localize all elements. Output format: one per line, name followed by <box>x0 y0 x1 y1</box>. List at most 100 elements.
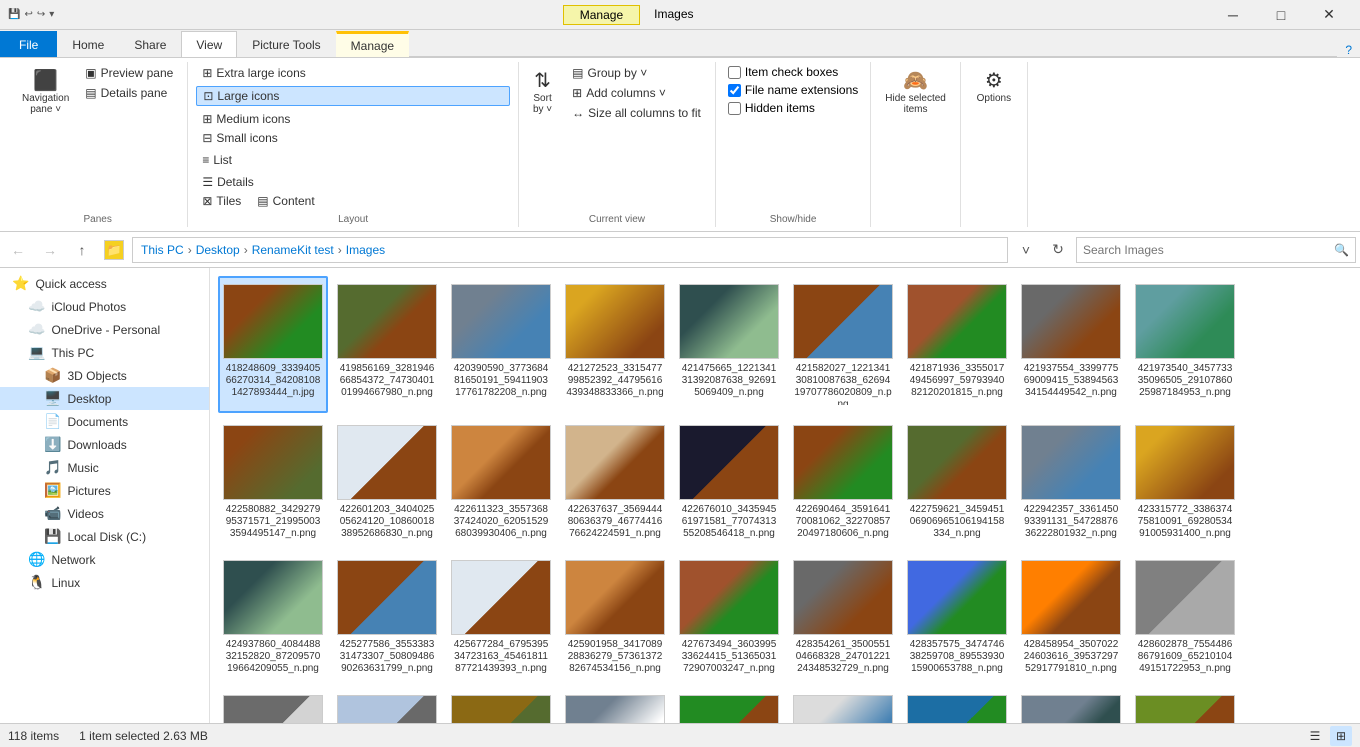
dropdown-icon[interactable]: ▾ <box>49 9 54 20</box>
sort-by-button[interactable]: ⇅ Sortby ˅ <box>527 64 558 119</box>
tiles-button[interactable]: ⊠ Tiles <box>196 192 247 210</box>
sidebar-item-documents[interactable]: 📄 Documents <box>0 410 209 433</box>
extra-large-icons-button[interactable]: ⊞ Extra large icons <box>196 64 510 82</box>
content-button[interactable]: ▤ Content <box>251 192 320 210</box>
small-icons-button[interactable]: ⊟ Small icons <box>196 129 397 147</box>
address-this-pc[interactable]: This PC <box>141 243 184 257</box>
file-item[interactable]: cabin_rocks_5 <box>1016 687 1126 723</box>
medium-icons-button[interactable]: ⊞ Medium icons <box>196 110 510 128</box>
file-item[interactable]: cabin_forest_2 <box>674 687 784 723</box>
back-button[interactable]: ← <box>4 236 32 264</box>
sidebar-item-desktop[interactable]: 🖥️ Desktop <box>0 387 209 410</box>
maximize-button[interactable]: □ <box>1258 0 1304 30</box>
file-item[interactable]: 425901958_341708928836279_57361372826745… <box>560 552 670 683</box>
sidebar-item-music[interactable]: 🎵 Music <box>0 456 209 479</box>
file-item[interactable]: 423315772_338637475810091_69280534910059… <box>1130 417 1240 548</box>
tab-view[interactable]: View <box>181 31 237 57</box>
forward-button[interactable]: → <box>36 236 64 264</box>
file-item[interactable]: 422611323_355736837424020_62051529680399… <box>446 417 556 548</box>
file-item[interactable]: 421475665_122134131392087638_92691506940… <box>674 276 784 413</box>
file-item[interactable]: 428357575_347474638259708_89553930159006… <box>902 552 1012 683</box>
quick-access-toolbar[interactable]: 💾 ↩ ↪ ▾ <box>8 9 54 20</box>
file-item[interactable]: 428607189_755448632124986_60133936998835… <box>218 687 328 723</box>
sidebar-item-this-pc[interactable]: 💻 This PC <box>0 341 209 364</box>
tab-picture-tools[interactable]: Picture Tools <box>237 31 335 57</box>
file-item[interactable]: 422942357_336145093391131_54728876362228… <box>1016 417 1126 548</box>
icon-view-button[interactable]: ⊞ <box>1330 726 1352 746</box>
file-item[interactable]: 422759621_345945106906965106194158334_n.… <box>902 417 1012 548</box>
file-item[interactable]: 425677284_679539534723163_45461811877214… <box>446 552 556 683</box>
search-bar[interactable]: 🔍 <box>1076 237 1356 263</box>
address-renamekit[interactable]: RenameKit test <box>252 243 334 257</box>
file-item[interactable]: 421937554_339977569009415_53894563341544… <box>1016 276 1126 413</box>
preview-pane-button[interactable]: ▣ Preview pane <box>79 64 179 82</box>
tab-home[interactable]: Home <box>57 31 119 57</box>
file-item[interactable]: 428458954_350702224603616_39537297529177… <box>1016 552 1126 683</box>
details-pane-button[interactable]: ▤ Details pane <box>79 84 179 102</box>
size-all-columns-button[interactable]: ↔ Size all columns to fit <box>566 104 707 122</box>
file-item[interactable]: cabin_pond_4 <box>902 687 1012 723</box>
sidebar-item-pictures[interactable]: 🖼️ Pictures <box>0 479 209 502</box>
file-item[interactable]: 428611294_755443866644582_45343493060766… <box>332 687 442 723</box>
sidebar-item-videos[interactable]: 📹 Videos <box>0 502 209 525</box>
file-item[interactable]: 422690464_359164170081062_32270857204971… <box>788 417 898 548</box>
up-button[interactable]: ↑ <box>68 236 96 264</box>
list-button[interactable]: ≡ List <box>196 151 397 169</box>
tab-share[interactable]: Share <box>119 31 181 57</box>
file-item[interactable]: cabin_exterior_6 <box>1130 687 1240 723</box>
file-item[interactable]: 420390590_377368481650191_59411903177617… <box>446 276 556 413</box>
hide-selected-button[interactable]: 🙈 Hide selecteditems <box>879 64 952 119</box>
hidden-items-checkbox[interactable] <box>728 102 741 115</box>
file-item[interactable]: 421973540_345773335096505_29107860259871… <box>1130 276 1240 413</box>
item-check-boxes-toggle[interactable]: Item check boxes <box>724 64 842 80</box>
file-item[interactable]: 422637637_356944480636379_46774416766242… <box>560 417 670 548</box>
sidebar-item-linux[interactable]: 🐧 Linux <box>0 571 209 594</box>
navigation-pane-button[interactable]: ⬛ Navigationpane ˅ <box>16 64 75 119</box>
file-item[interactable]: 422580882_342927995371571_21995003359449… <box>218 417 328 548</box>
minimize-button[interactable]: ─ <box>1210 0 1256 30</box>
hidden-items-toggle[interactable]: Hidden items <box>724 100 819 116</box>
tab-manage[interactable]: Manage <box>336 31 409 57</box>
file-item[interactable]: 424937860_408448832152820_87209570196642… <box>218 552 328 683</box>
search-input[interactable] <box>1083 243 1330 257</box>
file-item[interactable]: cabin_alps_3 <box>788 687 898 723</box>
sidebar-item-local-disk[interactable]: 💾 Local Disk (C:) <box>0 525 209 548</box>
file-item[interactable]: 422676010_343594561971581_77074313552085… <box>674 417 784 548</box>
window-controls[interactable]: ─ □ ✕ <box>1210 0 1352 30</box>
options-button[interactable]: ⚙ Options <box>969 64 1019 108</box>
sidebar-item-icloud[interactable]: ☁️ iCloud Photos <box>0 295 209 318</box>
item-check-boxes-checkbox[interactable] <box>728 66 741 79</box>
sidebar-item-quick-access[interactable]: ⭐ Quick access <box>0 272 209 295</box>
file-item[interactable]: 421272523_331547799852392_44795616439348… <box>560 276 670 413</box>
file-item[interactable]: 421871936_335501749456997_59793940821202… <box>902 276 1012 413</box>
sidebar-item-3d-objects[interactable]: 📦 3D Objects <box>0 364 209 387</box>
search-icon[interactable]: 🔍 <box>1334 243 1349 257</box>
file-name-ext-checkbox[interactable] <box>728 84 741 97</box>
add-columns-button[interactable]: ⊞ Add columns ˅ <box>566 84 707 102</box>
file-item[interactable]: 418248609_333940566270314_84208108142789… <box>218 276 328 413</box>
detail-view-button[interactable]: ☰ <box>1304 726 1326 746</box>
sidebar-item-downloads[interactable]: ⬇️ Downloads <box>0 433 209 456</box>
file-item[interactable]: 421582027_122134130810087638_62694197077… <box>788 276 898 413</box>
file-item[interactable]: 422601203_340402505624120_10860018389526… <box>332 417 442 548</box>
address-images[interactable]: Images <box>346 243 385 257</box>
address-desktop[interactable]: Desktop <box>196 243 240 257</box>
file-name-ext-toggle[interactable]: File name extensions <box>724 82 862 98</box>
file-item[interactable]: 427673494_360399533624415_51365031729070… <box>674 552 784 683</box>
file-item[interactable]: 428354261_350055104668328_24701221243485… <box>788 552 898 683</box>
details-button[interactable]: ☰ Details <box>196 173 397 191</box>
address-bar[interactable]: This PC › Desktop › RenameKit test › Ima… <box>132 237 1008 263</box>
sidebar-item-onedrive[interactable]: ☁️ OneDrive - Personal <box>0 318 209 341</box>
address-dropdown-button[interactable]: ˅ <box>1012 236 1040 264</box>
file-item[interactable]: 428619314_714850080086092900_48886920560… <box>446 687 556 723</box>
file-item[interactable]: 419856169_328194666854372_74730401019946… <box>332 276 442 413</box>
sidebar-item-network[interactable]: 🌐 Network <box>0 548 209 571</box>
help-button[interactable]: ? <box>1337 43 1360 57</box>
file-area[interactable]: 418248609_333940566270314_84208108142789… <box>210 268 1360 723</box>
tab-file[interactable]: File <box>0 31 57 57</box>
file-item[interactable]: 428602878_755448686791609_65210104491517… <box>1130 552 1240 683</box>
large-icons-button[interactable]: ⊡ Large icons <box>196 86 510 106</box>
file-item[interactable]: 425277586_355338331473307_50809486902636… <box>332 552 442 683</box>
group-by-button[interactable]: ▤ Group by ˅ <box>566 64 707 82</box>
file-item[interactable]: cabin_mtn_1 <box>560 687 670 723</box>
